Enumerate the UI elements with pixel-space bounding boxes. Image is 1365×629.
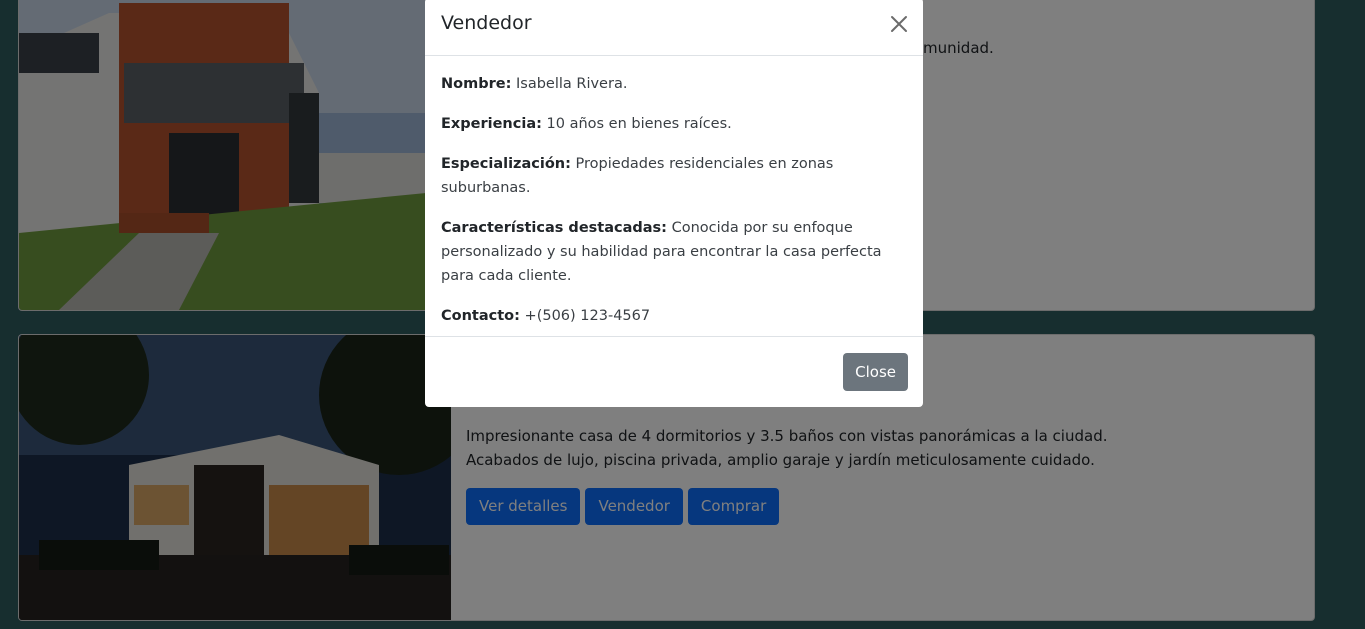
specialization-label: Especialización: bbox=[441, 156, 571, 172]
experience-value: 10 años en bienes raíces. bbox=[546, 116, 732, 132]
listings-page: munidad. Impresionante casa de 4 dormito… bbox=[0, 0, 1365, 629]
seller-modal: Vendedor Nombre: Isabella Rivera. Experi… bbox=[425, 0, 923, 407]
contact-value: +(506) 123-4567 bbox=[524, 308, 651, 324]
seller-experience: Experiencia: 10 años en bienes raíces. bbox=[441, 112, 907, 136]
experience-label: Experiencia: bbox=[441, 116, 542, 132]
features-label: Características destacadas: bbox=[441, 220, 667, 236]
modal-body: Nombre: Isabella Rivera. Experiencia: 10… bbox=[425, 56, 923, 328]
modal-footer: Close bbox=[425, 336, 923, 407]
name-label: Nombre: bbox=[441, 76, 512, 92]
seller-contact: Contacto: +(506) 123-4567 bbox=[441, 304, 907, 328]
seller-name: Nombre: Isabella Rivera. bbox=[441, 72, 907, 96]
close-icon[interactable] bbox=[889, 14, 909, 34]
modal-header: Vendedor bbox=[425, 0, 923, 56]
close-button[interactable]: Close bbox=[843, 353, 908, 391]
modal-title: Vendedor bbox=[441, 12, 532, 34]
name-value: Isabella Rivera. bbox=[515, 76, 628, 92]
seller-specialization: Especialización: Propiedades residencial… bbox=[441, 152, 907, 200]
contact-label: Contacto: bbox=[441, 308, 520, 324]
seller-features: Características destacadas: Conocida por… bbox=[441, 216, 907, 288]
